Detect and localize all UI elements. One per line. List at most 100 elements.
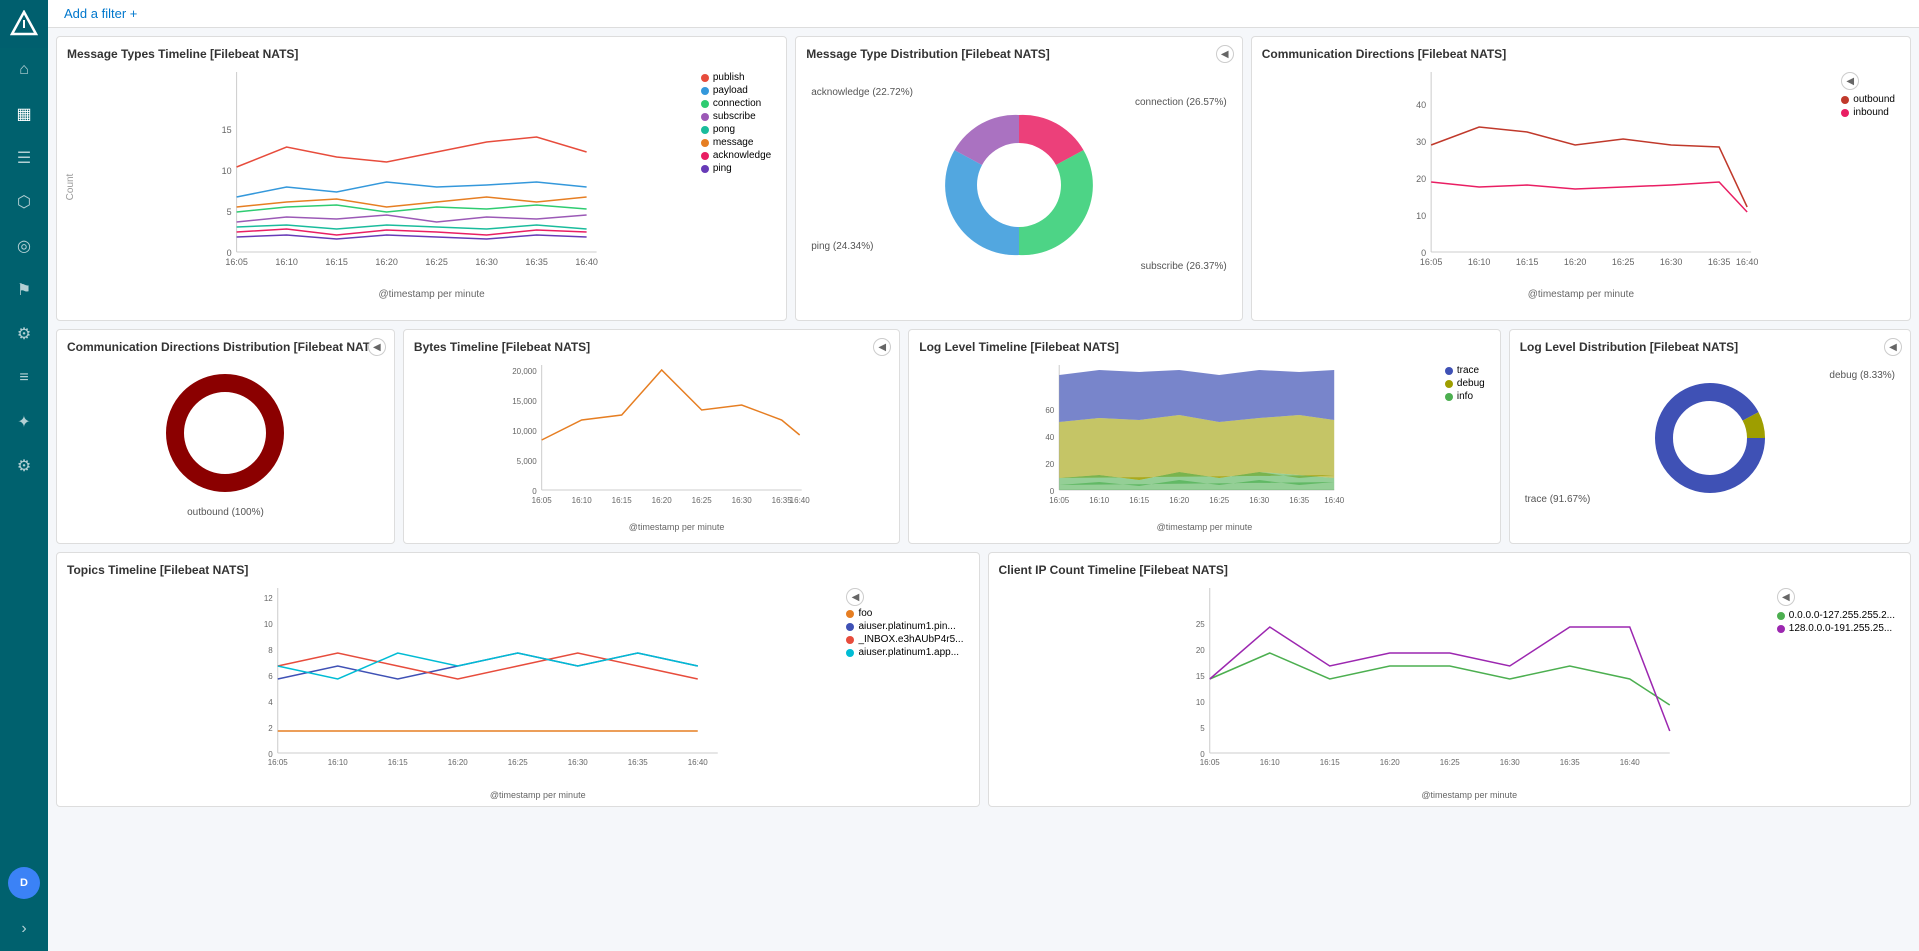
sidebar-icon-list[interactable]: ≡ (0, 356, 48, 400)
sidebar-icon-gear[interactable]: ⚙ (0, 444, 48, 488)
prev-btn-comm-dir-dist[interactable]: ◀ (368, 338, 386, 356)
svg-text:15: 15 (1195, 672, 1204, 681)
sidebar-icon-shield[interactable]: ⬡ (0, 180, 48, 224)
svg-text:20: 20 (1195, 646, 1204, 655)
svg-text:16:15: 16:15 (325, 257, 348, 267)
svg-text:16:20: 16:20 (652, 496, 673, 505)
sidebar-icon-alert[interactable]: ⚑ (0, 268, 48, 312)
chart-comm-dir: 0 10 20 30 40 16:05 16:10 16:15 16:20 16… (1262, 67, 1900, 282)
svg-text:16:10: 16:10 (572, 496, 593, 505)
svg-text:30: 30 (1416, 137, 1426, 147)
svg-text:40: 40 (1416, 100, 1426, 110)
donut-log-dist: debug (8.33%) trace (91.67%) (1520, 360, 1900, 515)
svg-text:10,000: 10,000 (512, 427, 537, 436)
sidebar-icon-map[interactable]: ◎ (0, 224, 48, 268)
panel-client-ip: Client IP Count Timeline [Filebeat NATS]… (988, 552, 1912, 807)
svg-text:16:05: 16:05 (1420, 257, 1443, 267)
prev-btn-msg-dist[interactable]: ◀ (1216, 45, 1234, 63)
y-label-msg: Count (65, 174, 76, 201)
label-trace: trace (91.67%) (1525, 494, 1591, 505)
panel-title-comm-dir-dist: Communication Directions Distribution [F… (67, 340, 384, 354)
svg-text:16:30: 16:30 (475, 257, 498, 267)
svg-text:16:10: 16:10 (275, 257, 298, 267)
svg-text:16:40: 16:40 (790, 496, 811, 505)
sidebar: ⌂ ▦ ☰ ⬡ ◎ ⚑ ⚙ ≡ ✦ ⚙ D › (0, 0, 48, 951)
panel-title-bytes: Bytes Timeline [Filebeat NATS] (414, 340, 889, 354)
svg-text:20: 20 (1416, 174, 1426, 184)
svg-text:16:10: 16:10 (1468, 257, 1491, 267)
panel-nav-log-dist: ◀ (1884, 338, 1902, 356)
svg-text:16:35: 16:35 (525, 257, 548, 267)
sidebar-icon-dashboard[interactable]: ▦ (0, 92, 48, 136)
sidebar-icon-table[interactable]: ☰ (0, 136, 48, 180)
svg-text:16:40: 16:40 (688, 758, 709, 767)
chart-client-ip: 0 5 10 15 20 25 16:05 16:10 16:15 16:20 … (999, 583, 1901, 783)
row-1: Message Types Timeline [Filebeat NATS] C… (56, 36, 1911, 321)
panel-msg-types-timeline: Message Types Timeline [Filebeat NATS] C… (56, 36, 787, 321)
svg-text:25: 25 (1195, 620, 1204, 629)
svg-text:16:25: 16:25 (692, 496, 713, 505)
main-content: Add a filter + Message Types Timeline [F… (48, 0, 1919, 951)
svg-text:16:05: 16:05 (1199, 758, 1220, 767)
svg-text:6: 6 (268, 672, 273, 681)
add-filter-button[interactable]: Add a filter + (64, 6, 137, 21)
svg-text:16:15: 16:15 (1516, 257, 1539, 267)
panel-log-dist: Log Level Distribution [Filebeat NATS] ◀… (1509, 329, 1911, 544)
svg-text:16:10: 16:10 (1089, 496, 1110, 505)
topbar: Add a filter + (48, 0, 1919, 28)
chart-bytes: 0 5,000 10,000 15,000 20,000 16:05 16:10… (414, 360, 889, 515)
prev-btn-comm[interactable]: ◀ (1841, 72, 1859, 90)
svg-text:16:15: 16:15 (388, 758, 409, 767)
svg-text:60: 60 (1046, 406, 1055, 415)
legend-topics: ◀ foo aiuser.platinum1.pin... _INBOX.e3h… (846, 588, 963, 660)
svg-text:16:35: 16:35 (628, 758, 649, 767)
legend-msg-types: publish payload connection subscribe pon… (701, 72, 771, 176)
chart-topics: 0 2 4 6 8 10 12 16:05 16:10 16:15 16:20 … (67, 583, 969, 783)
panel-nav-bytes: ◀ (873, 338, 891, 356)
sidebar-icon-home[interactable]: ⌂ (0, 48, 48, 92)
svg-text:16:15: 16:15 (1129, 496, 1150, 505)
prev-btn-topics[interactable]: ◀ (846, 588, 864, 606)
svg-text:16:05: 16:05 (225, 257, 248, 267)
svg-text:16:05: 16:05 (532, 496, 553, 505)
user-avatar[interactable]: D (8, 867, 40, 899)
svg-text:16:30: 16:30 (732, 496, 753, 505)
panel-title-topics: Topics Timeline [Filebeat NATS] (67, 563, 969, 577)
svg-text:16:40: 16:40 (1736, 257, 1759, 267)
panel-title-comm-dir: Communication Directions [Filebeat NATS] (1262, 47, 1900, 61)
panel-comm-dir: Communication Directions [Filebeat NATS]… (1251, 36, 1911, 321)
svg-text:16:30: 16:30 (1499, 758, 1520, 767)
label-debug: debug (8.33%) (1829, 370, 1895, 381)
svg-text:5: 5 (1200, 724, 1205, 733)
svg-text:20: 20 (1046, 460, 1055, 469)
chart-topics-wrap: 0 2 4 6 8 10 12 16:05 16:10 16:15 16:20 … (67, 583, 969, 803)
x-label-bytes: @timestamp per minute (464, 522, 889, 532)
svg-text:20,000: 20,000 (512, 367, 537, 376)
sidebar-icon-tool[interactable]: ✦ (0, 400, 48, 444)
chart-client-ip-wrap: 0 5 10 15 20 25 16:05 16:10 16:15 16:20 … (999, 583, 1901, 803)
label-connection: connection (26.57%) (1135, 97, 1227, 108)
x-label-topics: @timestamp per minute (107, 790, 969, 800)
sidebar-icon-expand[interactable]: › (0, 907, 48, 951)
panel-title-log: Log Level Timeline [Filebeat NATS] (919, 340, 1489, 354)
svg-text:16:10: 16:10 (1259, 758, 1280, 767)
prev-btn-log-dist[interactable]: ◀ (1884, 338, 1902, 356)
panel-bytes-timeline: Bytes Timeline [Filebeat NATS] ◀ 0 5,000… (403, 329, 900, 544)
svg-text:16:30: 16:30 (1660, 257, 1683, 267)
logo[interactable] (0, 0, 48, 48)
x-label-log: @timestamp per minute (919, 522, 1489, 532)
panel-nav-comm-dir-dist: ◀ (368, 338, 386, 356)
svg-text:16:25: 16:25 (425, 257, 448, 267)
chart-log-wrap: 0 20 40 60 16:05 16:10 (919, 360, 1489, 530)
svg-text:16:40: 16:40 (1619, 758, 1640, 767)
chart-log: 0 20 40 60 16:05 16:10 (919, 360, 1489, 515)
row-3: Topics Timeline [Filebeat NATS] 0 2 4 6 … (56, 552, 1911, 807)
prev-btn-client-ip[interactable]: ◀ (1777, 588, 1795, 606)
dashboard: Message Types Timeline [Filebeat NATS] C… (48, 28, 1919, 951)
prev-btn-bytes[interactable]: ◀ (873, 338, 891, 356)
svg-text:16:15: 16:15 (1319, 758, 1340, 767)
svg-text:15,000: 15,000 (512, 397, 537, 406)
x-label-client-ip: @timestamp per minute (1039, 790, 1901, 800)
label-subscribe: subscribe (26.37%) (1141, 261, 1227, 272)
sidebar-icon-dev[interactable]: ⚙ (0, 312, 48, 356)
